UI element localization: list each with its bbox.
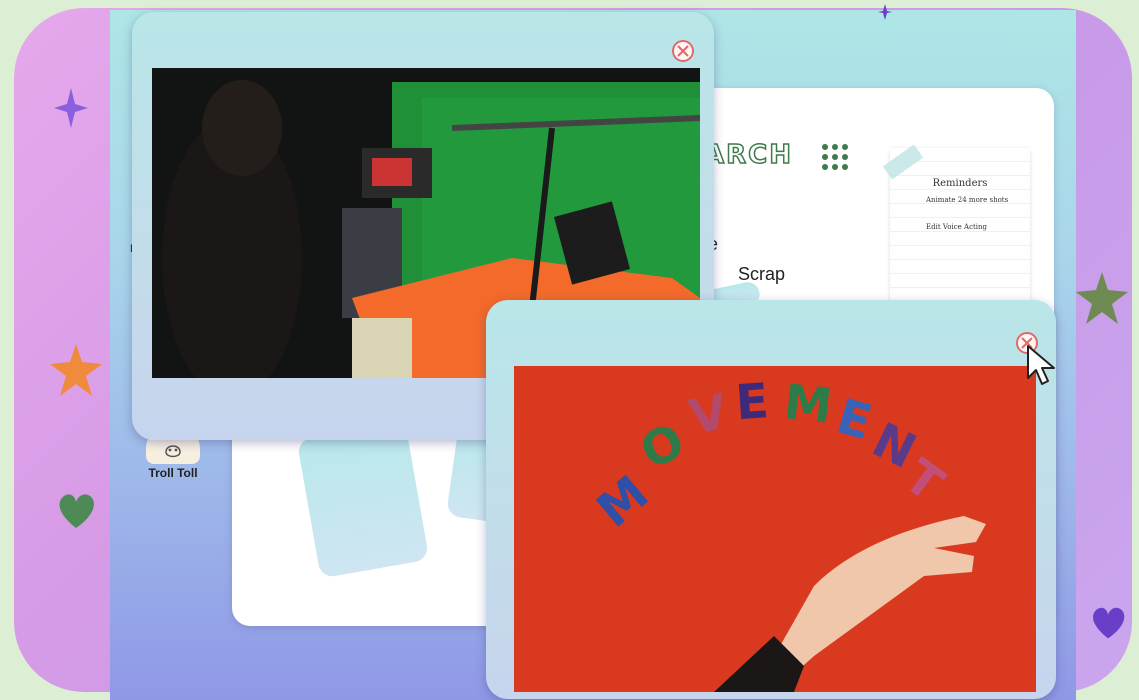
sparkle-icon xyxy=(54,88,88,128)
reminders-title: Reminders xyxy=(932,178,988,189)
cursor-icon xyxy=(1027,345,1055,385)
reminder-item: Animate 24 more shots xyxy=(926,196,1009,204)
movement-letters-video[interactable]: M O V E M E N T xyxy=(514,366,1036,692)
sparkle-icon xyxy=(878,4,892,20)
close-icon[interactable] xyxy=(672,40,694,62)
heart-icon xyxy=(1093,607,1125,639)
desktop-icon-label: Troll Toll xyxy=(148,466,198,480)
star-icon xyxy=(1076,272,1128,324)
scrap-label[interactable]: Scrap xyxy=(738,264,785,285)
movement-video-window[interactable]: M O V E M E N T xyxy=(486,300,1056,699)
heart-icon xyxy=(59,494,94,528)
svg-text:M: M xyxy=(781,374,834,435)
grid-icon[interactable] xyxy=(820,142,850,172)
svg-text:E: E xyxy=(734,373,771,431)
reminder-item: Edit Voice Acting xyxy=(926,223,988,231)
document-title: ARCH xyxy=(703,139,793,171)
star-icon xyxy=(50,344,102,396)
